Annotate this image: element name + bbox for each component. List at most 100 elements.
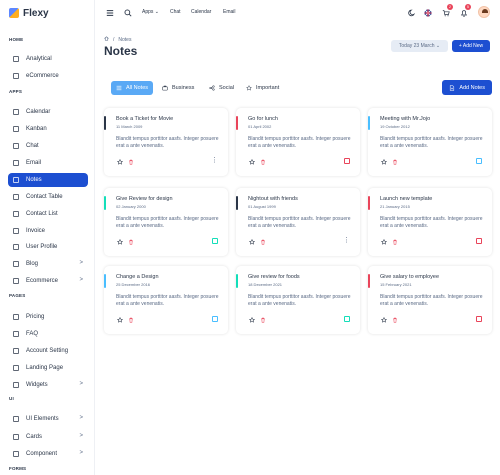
note-card[interactable]: Give salary to employee 15 February 2021 B… [368,266,492,334]
sidebar-item-label: Invoice [26,228,46,234]
sidebar-item-invoice[interactable]: Invoice [8,224,88,238]
chevron-right-icon: > [79,277,83,283]
sidebar-item-label: Contact Table [26,194,63,200]
brand-name: Flexy [23,7,49,19]
star-icon[interactable] [380,158,387,165]
more-vertical-icon[interactable]: ⋮ [211,157,218,164]
sidebar-item-email[interactable]: Email [8,156,88,170]
star-icon[interactable] [248,238,255,245]
briefcase-icon [162,85,168,91]
trash-icon[interactable] [127,238,134,245]
brand[interactable]: Flexy [9,7,49,19]
add-new-button[interactable]: + Add New [452,40,490,52]
star-icon[interactable] [116,158,123,165]
trash-icon[interactable] [259,238,266,245]
note-accent-bar [104,196,106,210]
note-card[interactable]: Give Review for design 02 January 2000 Bla… [104,188,228,256]
note-card[interactable]: Meeting with Mr.Jojo 19 October 2012 Bland… [368,108,492,176]
trash-icon[interactable] [259,158,266,165]
sidebar-item-ecommerce[interactable]: eCommerce [8,69,88,83]
tab-business[interactable]: Business [157,81,199,95]
note-actions [116,316,134,323]
more-vertical-icon[interactable]: ⋮ [343,237,350,244]
color-picker-icon[interactable] [344,158,350,164]
trash-icon[interactable] [391,316,398,323]
user-icon [12,243,20,251]
note-card[interactable]: Nightout with friends 01 August 1999 Bland… [236,188,360,256]
sidebar-item-cards[interactable]: Cards > [8,430,88,444]
note-card[interactable]: Give review for foods 18 December 2021 Bla… [236,266,360,334]
sidebar-item-pricing[interactable]: Pricing [8,310,88,324]
sidebar-item-landing-page[interactable]: Landing Page [8,361,88,375]
header-link-calendar[interactable]: Calendar [191,9,211,15]
sidebar-item-component[interactable]: Component > [8,447,88,461]
star-icon[interactable] [116,316,123,323]
sidebar-item-account-setting[interactable]: Account Setting [8,344,88,358]
note-body: Blandit tempus porttitor aasfs. Integer … [380,294,483,307]
apps-dropdown[interactable]: Apps ⌄ [142,9,159,15]
sidebar-item-label: Calendar [26,109,51,115]
avatar[interactable] [478,6,490,18]
color-picker-icon[interactable] [476,238,482,244]
header-link-chat[interactable]: Chat [170,9,181,15]
sidebar-item-blog[interactable]: Blog > [8,257,88,271]
date-button[interactable]: Today 23 March ⌄ [391,40,448,52]
sidebar-item-ui-elements[interactable]: UI Elements > [8,412,88,426]
note-card[interactable]: Book a Ticket for Movie 11 March 2009 Blan… [104,108,228,176]
note-date: 15 February 2021 [380,282,412,287]
sidebar-item-label: Contact List [26,211,58,217]
star-icon[interactable] [248,158,255,165]
sidebar-item-faq[interactable]: FAQ [8,327,88,341]
sidebar-item-ecommerce[interactable]: Ecommerce > [8,274,88,288]
note-card[interactable]: Change a Design 25 December 2016 Blandit t… [104,266,228,334]
tab-social[interactable]: Social [204,81,239,95]
color-picker-icon[interactable] [344,316,350,322]
chevron-right-icon: > [79,260,83,266]
sidebar-item-contact-list[interactable]: Contact List [8,207,88,221]
sidebar-item-user-profile[interactable]: User Profile [8,240,88,254]
trash-icon[interactable] [391,238,398,245]
note-actions [116,158,134,165]
trash-icon[interactable] [127,316,134,323]
trash-icon[interactable] [259,316,266,323]
home-icon[interactable] [104,36,109,43]
page-title: Notes [104,44,138,58]
star-icon[interactable] [380,316,387,323]
notes-filter-tabs: All Notes Business Social Important Add … [104,79,492,97]
note-accent-bar [368,116,370,130]
star-icon[interactable] [380,238,387,245]
sidebar-item-analytical[interactable]: Analytical [8,52,88,66]
color-picker-icon[interactable] [212,316,218,322]
sidebar-item-notes[interactable]: Notes [8,173,88,187]
cart-badge: 2 [447,4,453,10]
trash-icon[interactable] [127,158,134,165]
share-icon [209,85,215,91]
star-icon[interactable] [248,316,255,323]
trash-icon[interactable] [391,158,398,165]
menu-icon[interactable] [105,8,114,17]
color-picker-icon[interactable] [212,238,218,244]
sidebar-item-kanban[interactable]: Kanban [8,122,88,136]
search-icon[interactable] [123,8,132,17]
star-icon[interactable] [116,238,123,245]
note-date: 11 March 2009 [116,124,143,129]
section-home: HOME [9,37,24,42]
note-accent-bar [236,196,238,210]
color-picker-icon[interactable] [476,316,482,322]
note-card[interactable]: Launch new template 21 January 2015 Blandi… [368,188,492,256]
color-picker-icon[interactable] [476,158,482,164]
flag-uk-icon[interactable] [423,8,432,17]
sidebar-item-widgets[interactable]: Widgets > [8,378,88,392]
sidebar-item-calendar[interactable]: Calendar [8,105,88,119]
moon-icon[interactable] [407,8,416,17]
header-link-email[interactable]: Email [223,9,236,15]
sidebar-item-contact-table[interactable]: Contact Table [8,190,88,204]
add-notes-button[interactable]: Add Notes [442,80,492,95]
note-body: Blandit tempus porttitor aasfs. Integer … [116,216,219,229]
tab-all-notes[interactable]: All Notes [111,81,154,95]
note-date: 02 January 2000 [116,204,146,209]
note-accent-bar [236,274,238,288]
sidebar-item-chat[interactable]: Chat [8,139,88,153]
note-card[interactable]: Go for lunch 01 April 2002 Blandit tempus … [236,108,360,176]
tab-important[interactable]: Important [241,81,284,95]
